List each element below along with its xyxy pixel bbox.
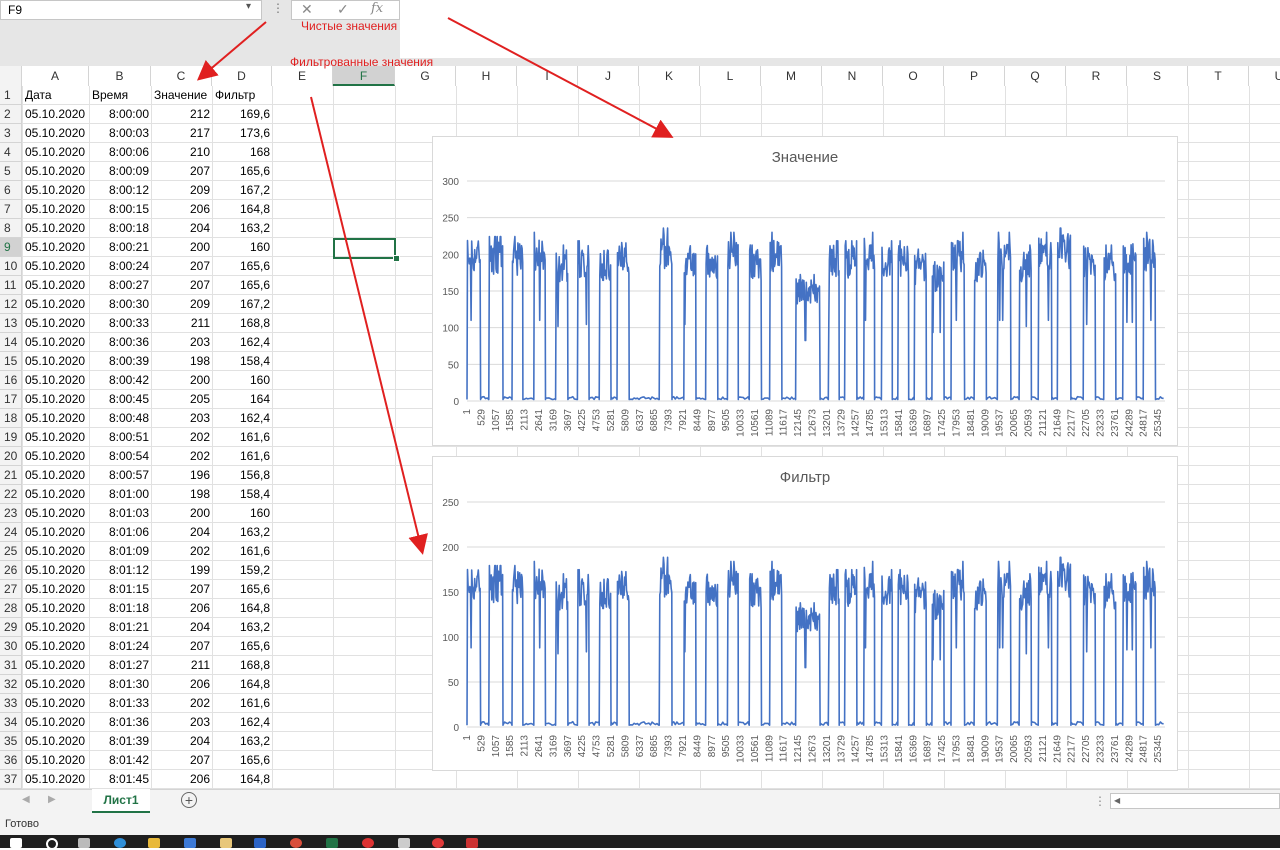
sheet-tab-list1[interactable]: Лист1 — [92, 789, 150, 813]
status-bar — [0, 813, 1280, 835]
arrow-to-value-chart — [447, 17, 674, 138]
app-icon[interactable] — [398, 838, 410, 848]
task-view-icon[interactable] — [78, 838, 90, 848]
app-icon[interactable] — [466, 838, 478, 848]
scroll-left-icon[interactable]: ◀ — [22, 794, 30, 805]
search-icon[interactable] — [46, 838, 58, 850]
store-icon[interactable] — [184, 838, 196, 848]
horizontal-scrollbar[interactable] — [1110, 793, 1280, 809]
folder-icon[interactable] — [148, 838, 160, 848]
chrome-icon[interactable] — [290, 838, 302, 848]
arrow-to-column-c — [196, 21, 267, 81]
app-icon[interactable] — [362, 838, 374, 848]
status-text: Готово — [5, 818, 39, 830]
app-icon[interactable] — [432, 838, 444, 848]
add-sheet-button[interactable]: + — [181, 792, 197, 808]
scroll-right-icon[interactable]: ▶ — [48, 794, 56, 805]
outlook-icon[interactable] — [254, 838, 266, 848]
windows-start-icon[interactable] — [10, 838, 22, 848]
edge-icon[interactable] — [114, 838, 126, 848]
annotation-arrows — [196, 17, 674, 555]
app-icon[interactable] — [220, 838, 232, 848]
more-icon[interactable]: ⋮ — [1094, 794, 1106, 808]
arrow-to-filter-chart — [310, 96, 428, 555]
excel-icon[interactable] — [326, 838, 338, 848]
scroll-left-icon[interactable]: ◀ — [1114, 796, 1120, 805]
